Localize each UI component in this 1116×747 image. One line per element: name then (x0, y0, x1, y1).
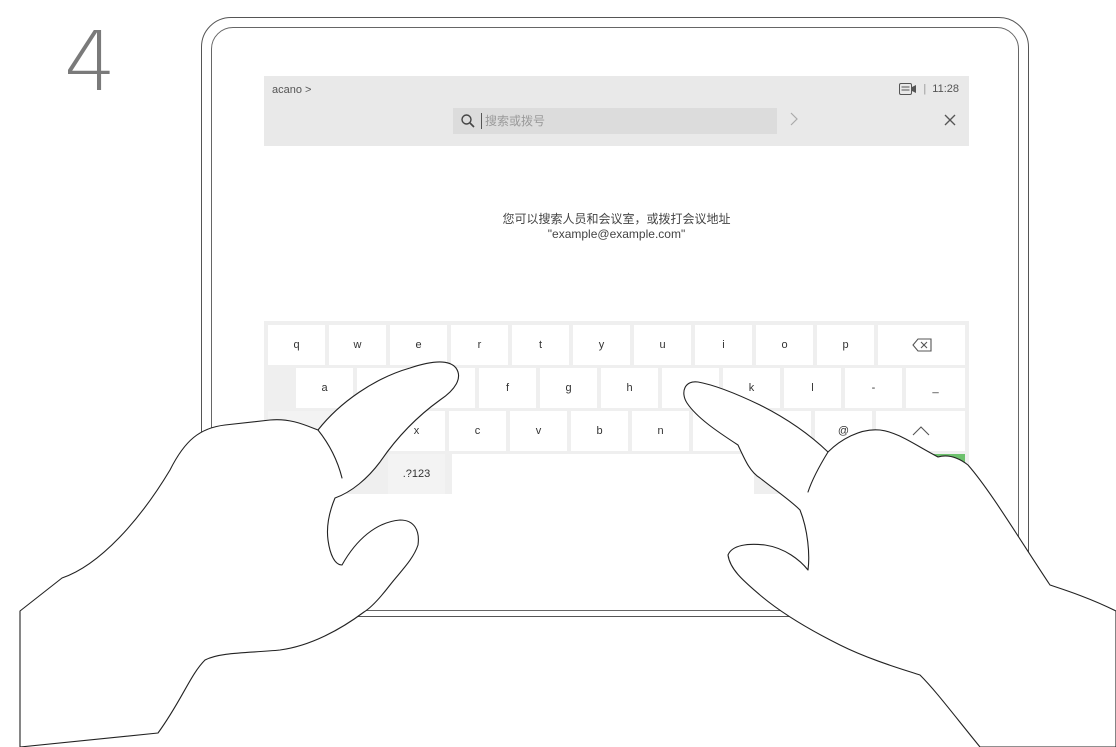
key-at[interactable]: @ (815, 411, 872, 451)
key-o[interactable]: o (756, 325, 813, 365)
key-i[interactable]: i (695, 325, 752, 365)
search-icon (461, 114, 475, 128)
key-f[interactable]: f (479, 368, 536, 408)
search-box[interactable] (453, 108, 777, 134)
symbols-key[interactable]: .?123 (388, 454, 445, 494)
backspace-icon (911, 338, 932, 352)
key-d[interactable] (418, 368, 475, 408)
key-r[interactable]: r (451, 325, 508, 365)
key-h[interactable]: h (601, 368, 658, 408)
key-s[interactable] (357, 368, 414, 408)
breadcrumb[interactable]: acano > (272, 84, 311, 96)
key-hyphen[interactable]: - (845, 368, 902, 408)
step-number: 4 (64, 15, 117, 110)
hint-example-address: "example@example.com" (547, 227, 686, 241)
key-l[interactable]: l (784, 368, 841, 408)
enter-key[interactable] (904, 454, 965, 494)
key-m[interactable] (693, 411, 750, 451)
space-key[interactable] (452, 454, 754, 494)
hint-text: 您可以搜索人员和会议室，或拨打会议地址 (502, 212, 731, 226)
key-c[interactable]: c (449, 411, 506, 451)
shift-caret-icon (912, 426, 929, 436)
key-y[interactable]: y (573, 325, 630, 365)
on-screen-keyboard: q w e r t y u i o p a f g h k l - _ x c … (264, 321, 969, 494)
key-b[interactable]: b (571, 411, 628, 451)
tablet-screen: acano > | 11:28 您可以搜索人员和会议室，或拨打 (264, 76, 969, 494)
clock: 11:28 (932, 83, 959, 95)
key-q[interactable]: q (268, 325, 325, 365)
key-period[interactable] (754, 411, 811, 451)
key-p[interactable]: p (817, 325, 874, 365)
key-e[interactable]: e (390, 325, 447, 365)
search-input[interactable] (481, 113, 747, 129)
key-t[interactable]: t (512, 325, 569, 365)
backspace-key[interactable] (878, 325, 965, 365)
key-u[interactable]: u (634, 325, 691, 365)
key-w[interactable]: w (329, 325, 386, 365)
shift-key[interactable] (876, 411, 965, 451)
status-area: | 11:28 (899, 83, 959, 95)
close-icon[interactable] (941, 111, 959, 129)
camera-icon[interactable] (899, 83, 917, 95)
key-underscore[interactable]: _ (906, 368, 965, 408)
key-n[interactable]: n (632, 411, 689, 451)
top-bar: acano > | 11:28 (264, 76, 969, 146)
key-j[interactable] (662, 368, 719, 408)
key-v[interactable]: v (510, 411, 567, 451)
key-g[interactable]: g (540, 368, 597, 408)
status-separator: | (923, 83, 927, 95)
key-a[interactable]: a (296, 368, 353, 408)
key-k[interactable]: k (723, 368, 780, 408)
key-x[interactable]: x (388, 411, 445, 451)
chevron-right-icon[interactable] (787, 112, 801, 130)
shift-left-key[interactable] (268, 411, 353, 451)
